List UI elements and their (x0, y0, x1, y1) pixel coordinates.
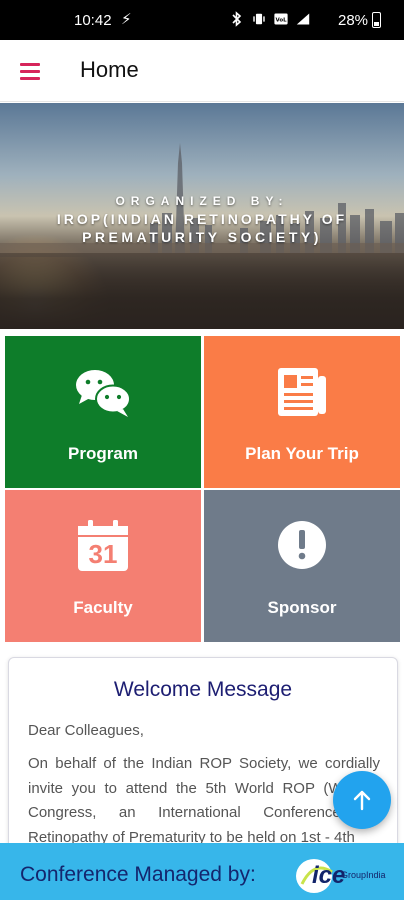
battery-icon (372, 12, 381, 28)
ice-group-logo[interactable]: ice GroupIndia (294, 854, 400, 896)
logo-sub-text: GroupIndia (341, 870, 386, 880)
status-bar: 10:42 ⚡︎ VoL 28% (0, 0, 404, 40)
faculty-tile[interactable]: 31 Faculty (5, 490, 201, 642)
program-tile[interactable]: Program (5, 336, 201, 488)
menu-icon[interactable] (18, 60, 42, 82)
hero-line-org-name: IROP(INDIAN RETINOPATHY OF (56, 211, 348, 227)
arrow-up-icon (353, 790, 371, 811)
bluetooth-icon (232, 11, 242, 27)
calendar-day: 31 (89, 539, 118, 569)
volte-icon: VoL (274, 13, 288, 25)
battery-percent: 28% (338, 12, 369, 29)
vibrate-icon (253, 13, 265, 25)
footer-banner: Conference Managed by: ice GroupIndia (0, 843, 404, 900)
svg-text:VoL: VoL (275, 17, 287, 23)
hero-line-org-name-2: PREMATURITY SOCIETY) (82, 229, 322, 245)
sponsor-tile[interactable]: Sponsor (204, 490, 400, 642)
signal-icon (296, 13, 310, 25)
scroll-top-button[interactable] (333, 771, 391, 829)
app-bar: Home (0, 40, 404, 102)
welcome-greeting: Dear Colleagues, (28, 722, 144, 739)
welcome-body: On behalf of the Indian ROP Society, we … (28, 755, 380, 846)
page-title: Home (80, 57, 139, 82)
plan-your-trip-tile[interactable]: Plan Your Trip (204, 336, 400, 488)
hero-caption: ORGANIZED BY: IROP(INDIAN RETINOPATHY OF… (0, 192, 404, 246)
sponsor-label: Sponsor (267, 598, 337, 617)
bolt-icon: ⚡︎ (121, 11, 132, 28)
status-time: 10:42 (74, 12, 112, 29)
exclamation-icon (204, 520, 400, 576)
chat-bubbles-icon (5, 366, 201, 422)
footer-text: Conference Managed by: (20, 863, 256, 886)
newspaper-icon (204, 366, 400, 422)
faculty-label: Faculty (73, 598, 133, 617)
welcome-title: Welcome Message (113, 678, 293, 701)
program-label: Program (68, 444, 138, 463)
hero-banner: ORGANIZED BY: IROP(INDIAN RETINOPATHY OF… (0, 103, 404, 329)
status-icons: VoL (230, 11, 310, 27)
hero-line-organized: ORGANIZED BY: (115, 194, 289, 208)
calendar-icon: 31 (5, 520, 201, 576)
plan-your-trip-label: Plan Your Trip (245, 444, 359, 463)
ground (0, 253, 404, 329)
